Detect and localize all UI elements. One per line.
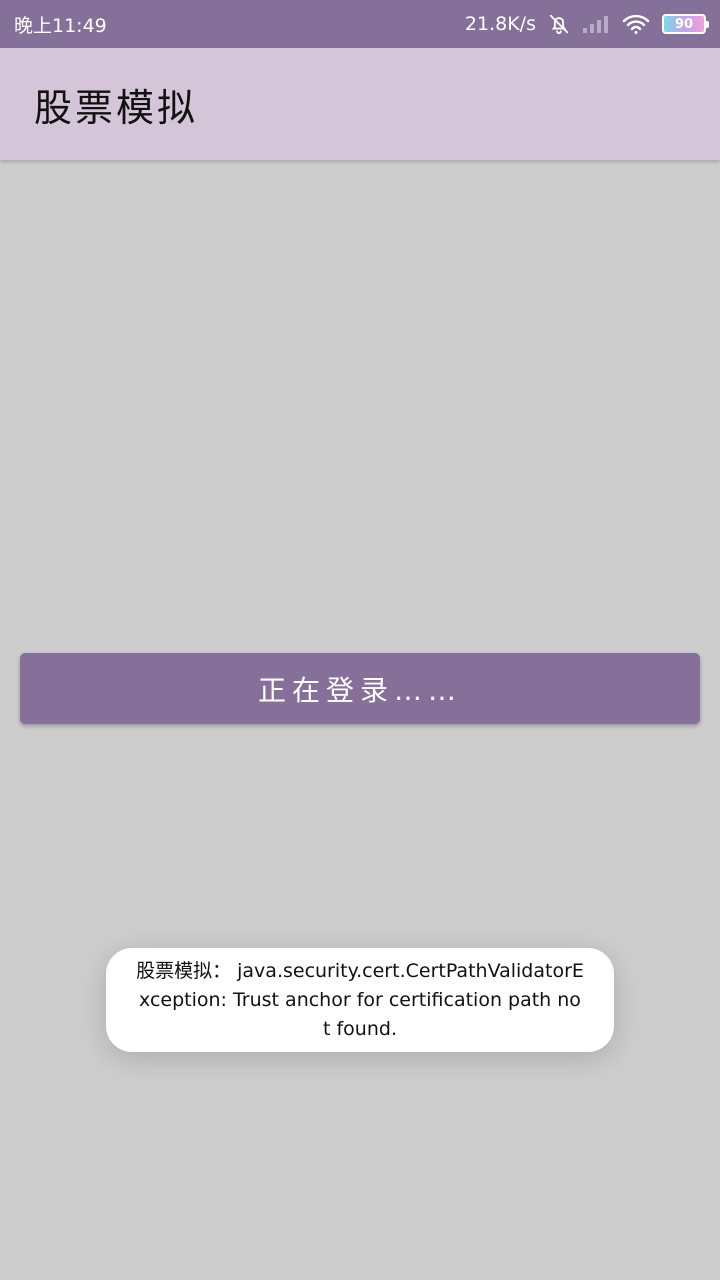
battery-level: 90 bbox=[674, 16, 694, 32]
login-button[interactable]: 正在登录…… bbox=[20, 653, 700, 724]
app-bar: 股票模拟 bbox=[0, 48, 720, 160]
status-indicators: 21.8K/s 90 bbox=[464, 13, 709, 35]
toast-message: 股票模拟： java.security.cert.CertPathValidat… bbox=[136, 959, 584, 1040]
status-bar: 晚上11:49 21.8K/s 90 bbox=[0, 0, 720, 48]
status-time: 晚上11:49 bbox=[14, 14, 107, 37]
network-speed: 21.8K/s bbox=[464, 13, 536, 35]
login-button-label: 正在登录…… bbox=[257, 673, 462, 707]
wifi-icon bbox=[622, 13, 650, 35]
bell-off-icon bbox=[548, 13, 570, 35]
app-title: 股票模拟 bbox=[34, 85, 199, 130]
error-toast: 股票模拟： java.security.cert.CertPathValidat… bbox=[106, 948, 614, 1052]
battery-icon: 90 bbox=[662, 14, 709, 34]
signal-icon bbox=[582, 14, 610, 34]
